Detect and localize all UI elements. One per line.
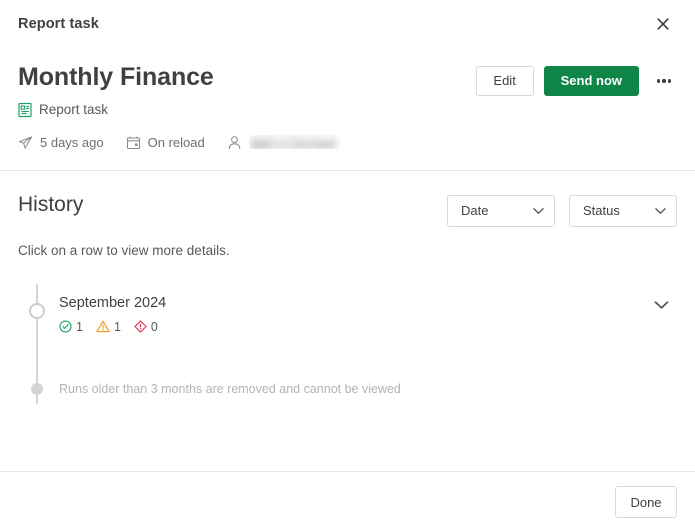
filter-date-select[interactable]: Date xyxy=(447,194,555,227)
task-meta: 5 days ago On reload xyxy=(18,135,677,170)
history-retention-note-text: Runs older than 3 months are removed and… xyxy=(59,381,401,396)
warning-triangle-icon xyxy=(96,320,110,333)
dialog-titlebar: Report task xyxy=(0,0,695,48)
chevron-down-icon xyxy=(533,207,544,215)
history-retention-note: Runs older than 3 months are removed and… xyxy=(18,374,677,404)
timeline-marker-icon xyxy=(29,302,45,319)
history-row[interactable]: September 2024 1 1 0 xyxy=(18,284,677,346)
dialog-title: Report task xyxy=(18,16,99,32)
edit-button[interactable]: Edit xyxy=(475,66,534,96)
meta-owner xyxy=(227,135,341,150)
timeline-end-marker-icon xyxy=(31,382,43,395)
meta-schedule-label: On reload xyxy=(147,134,205,150)
history-title: History xyxy=(18,192,84,216)
history-row-badges: 1 1 0 xyxy=(59,320,654,334)
status-badge-success: 1 xyxy=(59,320,83,334)
more-options-button[interactable] xyxy=(651,68,677,94)
filter-date-label: Date xyxy=(461,203,489,218)
history-row-date: September 2024 xyxy=(59,294,167,311)
filter-status-label: Status xyxy=(583,203,620,218)
task-type-label: Report task xyxy=(39,102,109,117)
user-icon xyxy=(227,135,242,150)
header-actions: Edit Send now xyxy=(475,62,677,96)
send-now-button[interactable]: Send now xyxy=(543,66,639,96)
meta-schedule: On reload xyxy=(126,135,205,150)
meta-last-run-label: 5 days ago xyxy=(40,134,104,150)
status-badge-warning: 1 xyxy=(96,320,121,334)
page-title: Monthly Finance xyxy=(18,63,214,91)
check-circle-icon xyxy=(59,320,72,333)
task-type: Report task xyxy=(18,102,214,118)
error-diamond-icon xyxy=(134,320,147,334)
filter-status-select[interactable]: Status xyxy=(569,194,677,227)
calendar-icon xyxy=(126,135,141,150)
history-hint: Click on a row to view more details. xyxy=(18,242,230,258)
ellipsis-icon xyxy=(656,79,672,83)
history-row-expand-button[interactable] xyxy=(654,284,677,313)
close-button[interactable] xyxy=(649,10,677,38)
chevron-down-icon xyxy=(655,207,666,215)
status-badge-warning-count: 1 xyxy=(113,319,121,334)
title-group: Monthly Finance Report task xyxy=(18,62,214,118)
report-task-icon xyxy=(18,102,33,118)
owner-name-redacted xyxy=(249,135,341,149)
history-timeline: September 2024 1 1 0 Runs older than 3 m… xyxy=(18,283,677,404)
history-section: History Date Status Click on a row to vi… xyxy=(0,171,695,404)
status-badge-success-count: 1 xyxy=(76,319,83,334)
dialog-footer: Done xyxy=(0,471,695,531)
chevron-down-icon xyxy=(654,298,669,313)
status-badge-error: 0 xyxy=(134,320,158,334)
status-badge-error-count: 0 xyxy=(150,319,158,334)
paper-plane-icon xyxy=(18,135,33,150)
history-filters: Date Status xyxy=(447,193,677,227)
meta-last-run: 5 days ago xyxy=(18,135,104,150)
done-button[interactable]: Done xyxy=(615,485,677,518)
close-icon xyxy=(655,16,671,32)
task-header: Monthly Finance Report task Edit Send no… xyxy=(0,48,695,170)
